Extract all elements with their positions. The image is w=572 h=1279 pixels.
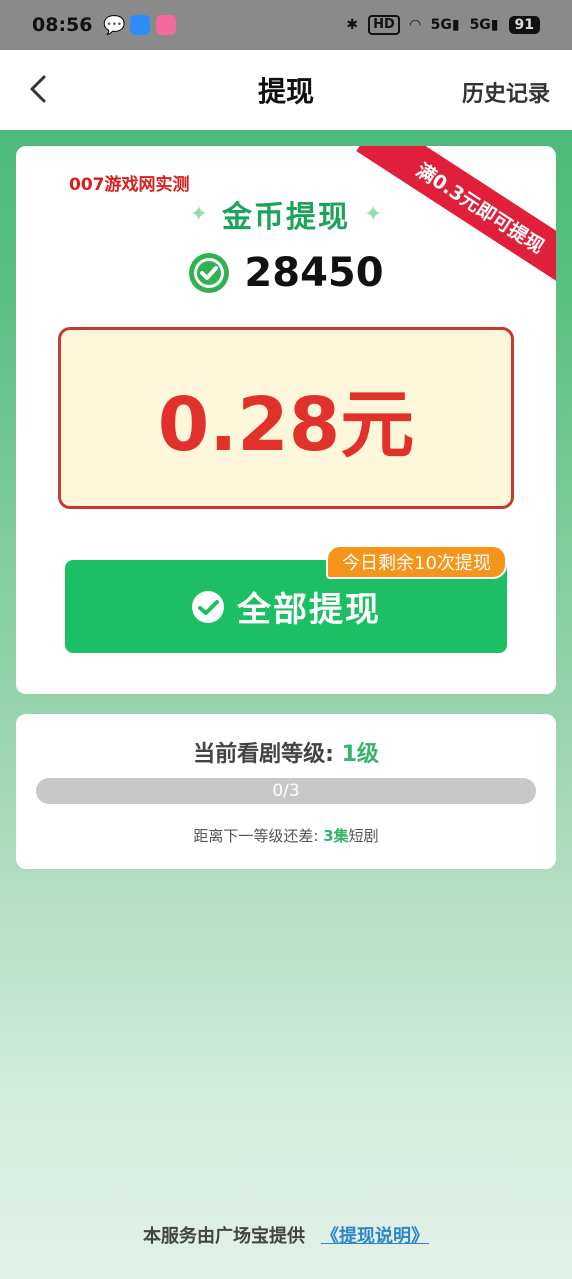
signal-icon-1: 5G▮ <box>430 17 460 33</box>
status-bar: 08:56 💬 ✱ HD ◠ 5G▮ 5G▮ 91 <box>0 0 572 50</box>
bilibili-notification-icon <box>156 15 177 35</box>
remaining-count-badge: 今日剩余10次提现 <box>326 545 507 579</box>
app-notification-icon <box>130 15 151 35</box>
level-label: 当前看剧等级: <box>193 742 342 767</box>
provider-text: 本服务由广场宝提供 <box>143 1226 305 1247</box>
coin-balance-row: 28450 <box>16 250 556 296</box>
signal-icon-2: 5G▮ <box>469 17 499 33</box>
next-level-suffix: 短剧 <box>348 827 379 845</box>
wifi-icon: ◠ <box>409 17 421 33</box>
history-records-link[interactable]: 历史记录 <box>462 76 550 108</box>
level-card: 当前看剧等级: 1级 0/3 距离下一等级还差: 3集短剧 <box>16 714 556 869</box>
bluetooth-icon: ✱ <box>346 17 359 33</box>
wechat-notification-icon: 💬 <box>103 14 126 36</box>
battery-icon: 91 <box>508 16 540 34</box>
sparkle-icon: ✦ <box>364 201 383 227</box>
header: 提现 历史记录 <box>0 50 572 130</box>
coin-title-row: ✦ 金币提现 ✦ <box>16 192 556 236</box>
withdraw-all-label: 全部提现 <box>237 590 381 630</box>
page-title: 提现 <box>257 75 314 108</box>
withdraw-instructions-link[interactable]: 《提现说明》 <box>321 1226 429 1247</box>
back-arrow-icon[interactable] <box>24 74 54 104</box>
withdraw-amount-box[interactable]: 0.28元 <box>58 327 514 509</box>
withdraw-amount: 0.28元 <box>157 381 415 468</box>
footer: 本服务由广场宝提供 《提现说明》 <box>0 1222 572 1248</box>
level-progress-bar: 0/3 <box>36 778 536 804</box>
coin-withdraw-title: 金币提现 <box>222 200 350 235</box>
hd-icon: HD <box>368 15 400 35</box>
level-value: 1级 <box>341 742 379 767</box>
coin-balance: 28450 <box>244 250 384 296</box>
next-level-count: 3集 <box>323 827 349 845</box>
next-level-hint: 距离下一等级还差: 3集短剧 <box>16 825 556 846</box>
current-level-row: 当前看剧等级: 1级 <box>16 736 556 768</box>
status-indicators: ✱ HD ◠ 5G▮ 5G▮ 91 <box>346 15 540 35</box>
withdraw-card: 007游戏网实测 满0.3元即可提现 ✦ 金币提现 ✦ 28450 0.28元 … <box>16 146 556 694</box>
wechat-pay-icon <box>192 590 224 623</box>
status-time: 08:56 <box>32 14 93 36</box>
sparkle-icon: ✦ <box>189 201 208 227</box>
next-level-prefix: 距离下一等级还差: <box>193 827 324 845</box>
check-circle-icon <box>189 253 230 293</box>
level-progress-text: 0/3 <box>272 781 300 801</box>
